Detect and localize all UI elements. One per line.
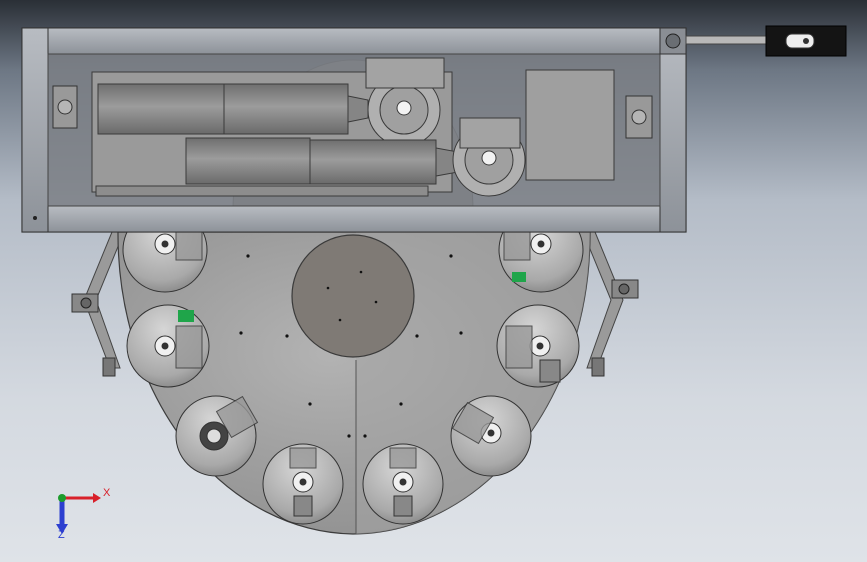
coordinate-triad-icon xyxy=(56,493,101,534)
pod[interactable] xyxy=(496,304,580,388)
pod[interactable] xyxy=(262,443,344,525)
cylinder-assembly xyxy=(91,57,615,197)
cad-model[interactable] xyxy=(0,0,867,562)
right-arm xyxy=(582,231,639,377)
left-arm xyxy=(71,231,125,377)
cad-viewport[interactable]: X Z xyxy=(0,0,867,562)
center-hub xyxy=(291,234,415,358)
pod[interactable] xyxy=(126,304,210,388)
pod[interactable] xyxy=(362,443,444,525)
pod[interactable] xyxy=(450,395,532,477)
actuator xyxy=(685,25,847,57)
triad-z-label: Z xyxy=(58,529,65,541)
triad-x-label: X xyxy=(103,487,111,499)
